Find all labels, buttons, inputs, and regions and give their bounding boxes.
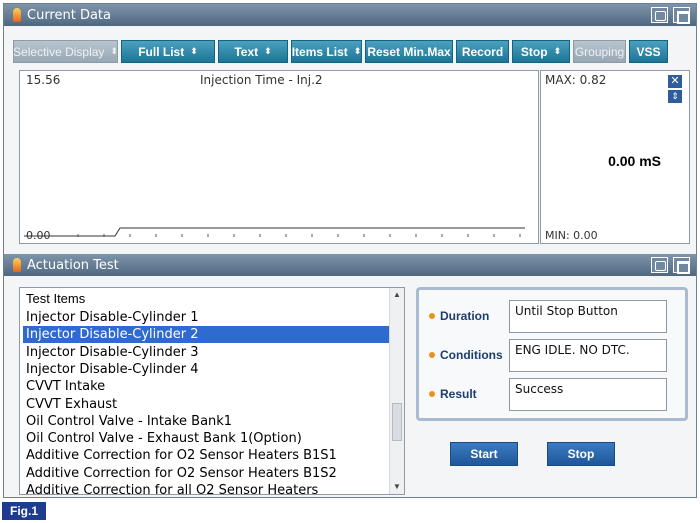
scroll-thumb[interactable] (392, 403, 402, 441)
graph-scale-min: 0.00 (26, 229, 51, 242)
start-button[interactable]: Start (450, 442, 518, 466)
updown-icon: ⬍ (353, 46, 362, 56)
toolbar-button-label: Record (461, 44, 504, 59)
toolbar-button-vss[interactable]: VSS (629, 40, 668, 63)
graph-plot (24, 227, 525, 237)
test-items-list[interactable]: Test Items ▲ ▼ Injector Disable-Cylinder… (19, 287, 405, 495)
duration-label: Duration (440, 309, 490, 323)
stop-button[interactable]: Stop (547, 442, 615, 466)
list-item[interactable]: Additive Correction for all O2 Sensor He… (23, 482, 389, 494)
duration-row: Duration Until Stop Button (419, 300, 685, 334)
data-graph: 15.56 Injection Time - Inj.2 0.00 (19, 70, 539, 244)
toolbar-button-record[interactable]: Record (456, 40, 509, 63)
result-label: Result (440, 387, 477, 401)
toolbar-button-selective-display[interactable]: Selective Display ⬍ (13, 40, 118, 63)
bullet-icon (429, 352, 435, 358)
updown-icon: ⬍ (553, 46, 562, 56)
window-icon[interactable] (673, 7, 690, 24)
graph-ticks (77, 234, 521, 237)
list-item[interactable]: Injector Disable-Cylinder 1 (23, 309, 389, 326)
toolbar-button-label: Items List (291, 44, 348, 59)
current-value: 0.00 mS (608, 153, 661, 169)
current-data-toolbar: Selective Display ⬍ Full List ⬍ Text ⬍ Items L… (13, 40, 668, 63)
window-icon[interactable] (673, 257, 690, 274)
current-data-titlebar: Current Data (4, 4, 696, 26)
list-scrollbar[interactable]: ▲ ▼ (389, 288, 404, 494)
result-value: Success (509, 378, 667, 411)
toolbar-button-label: Selective Display (13, 44, 105, 59)
list-item[interactable]: Oil Control Valve - Intake Bank1 (23, 413, 389, 430)
graph-side-panel: MAX: 0.82 0.00 mS MIN: 0.00 ✕ ⇕ (540, 70, 690, 244)
updown-icon: ⬍ (190, 46, 198, 56)
toolbar-button-label: Full List (138, 44, 185, 59)
updown-icon: ⬍ (264, 46, 272, 56)
toolbar-button-label: Reset Min.Max (367, 44, 451, 59)
test-details-panel: Duration Until Stop Button Conditions EN… (416, 287, 688, 421)
graph-item-title: Injection Time - Inj.2 (200, 73, 323, 87)
actuation-test-titlebar: Actuation Test (4, 254, 696, 276)
list-item[interactable]: CVVT Exhaust (23, 396, 389, 413)
toolbar-button-label: Stop (520, 44, 548, 59)
scroll-up-icon[interactable]: ▲ (390, 288, 404, 302)
list-item[interactable]: Additive Correction for O2 Sensor Heater… (23, 465, 389, 482)
retry-icon[interactable] (651, 257, 668, 273)
min-value: MIN: 0.00 (545, 229, 598, 242)
current-data-title: Current Data (27, 8, 111, 23)
result-row: Result Success (419, 378, 685, 412)
list-item[interactable]: Injector Disable-Cylinder 2 (23, 326, 389, 344)
actuation-test-title: Actuation Test (27, 258, 119, 273)
figure-label: Fig.1 (2, 502, 46, 520)
list-item[interactable]: Additive Correction for O2 Sensor Heater… (23, 447, 389, 464)
toolbar-button-label: Grouping (574, 44, 625, 59)
graph-scale-max: 15.56 (26, 73, 61, 87)
list-item[interactable]: CVVT Intake (23, 378, 389, 395)
conditions-label: Conditions (440, 348, 503, 362)
retry-icon[interactable] (651, 7, 668, 23)
duration-value: Until Stop Button (509, 300, 667, 333)
toolbar-button-label: Text (234, 44, 259, 59)
bullet-icon (429, 391, 435, 397)
toolbar-button-stop[interactable]: Stop ⬍ (512, 40, 570, 63)
close-icon[interactable]: ✕ (668, 75, 682, 88)
toolbar-button-full-list[interactable]: Full List ⬍ (121, 40, 215, 63)
scroll-down-icon[interactable]: ▼ (390, 480, 404, 494)
flame-icon (13, 8, 21, 22)
updown-icon: ⬍ (110, 46, 118, 56)
list-header: Test Items (26, 291, 86, 306)
toolbar-button-grouping[interactable]: Grouping (573, 40, 626, 63)
list-item[interactable]: Injector Disable-Cylinder 3 (23, 344, 389, 361)
updown-icon[interactable]: ⇕ (668, 90, 682, 103)
toolbar-button-reset-min-max[interactable]: Reset Min.Max (365, 40, 453, 63)
list-item[interactable]: Oil Control Valve - Exhaust Bank 1(Optio… (23, 430, 389, 447)
conditions-row: Conditions ENG IDLE. NO DTC. (419, 339, 685, 373)
toolbar-button-label: VSS (636, 44, 661, 59)
max-value: MAX: 0.82 (545, 73, 607, 87)
toolbar-button-items-list[interactable]: Items List ⬍ (291, 40, 362, 63)
app-window: Current Data Selective Display ⬍ Full List… (3, 3, 697, 498)
conditions-value: ENG IDLE. NO DTC. (509, 339, 667, 372)
toolbar-button-text[interactable]: Text ⬍ (218, 40, 288, 63)
graph-line (24, 227, 525, 237)
flame-icon (13, 258, 21, 272)
bullet-icon (429, 313, 435, 319)
list-item[interactable]: Injector Disable-Cylinder 4 (23, 361, 389, 378)
